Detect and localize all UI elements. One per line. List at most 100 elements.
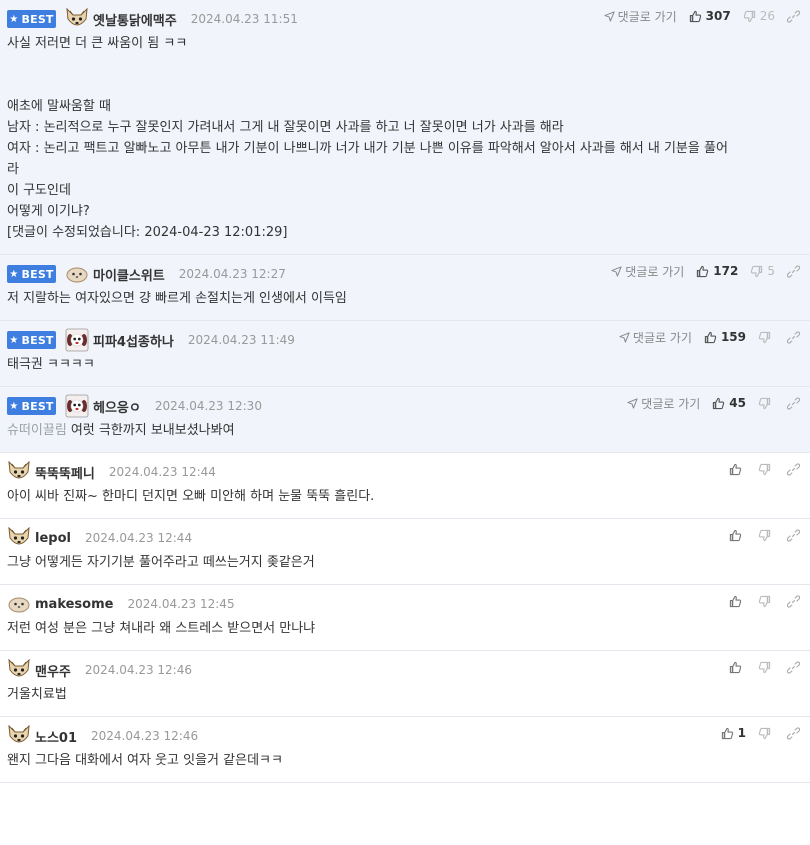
thumbs-up-icon bbox=[721, 727, 738, 740]
thumbs-down-icon bbox=[743, 10, 760, 23]
thumbs-up-icon bbox=[729, 463, 746, 476]
like-button[interactable]: 45 bbox=[712, 396, 746, 410]
comment-text: 남자 : 논리적으로 누구 잘못인지 가려내서 그게 내 잘못이면 사과를 하고… bbox=[7, 120, 564, 135]
nickname[interactable]: makesome bbox=[35, 597, 113, 612]
comment-line: 라 bbox=[7, 159, 804, 180]
nickname[interactable]: 피파4섭종하나 bbox=[93, 331, 174, 350]
like-button[interactable] bbox=[729, 463, 746, 476]
go-to-comment-label: 댓글로 가기 bbox=[617, 9, 677, 24]
blob-avatar-icon[interactable] bbox=[7, 593, 31, 615]
thumbs-down-icon bbox=[758, 661, 775, 674]
dislike-button[interactable]: 26 bbox=[743, 9, 775, 23]
fox-avatar-icon[interactable] bbox=[7, 461, 31, 483]
link-icon[interactable] bbox=[787, 9, 800, 23]
nickname[interactable]: 노스01 bbox=[35, 727, 77, 746]
star-icon: ★ bbox=[9, 268, 19, 280]
comment-line: 어떻게 이기냐? bbox=[7, 201, 804, 222]
go-to-comment-link[interactable]: 댓글로 가기 bbox=[604, 8, 677, 25]
dislike-button[interactable] bbox=[758, 397, 775, 410]
fox-avatar-icon[interactable] bbox=[65, 8, 89, 30]
nickname[interactable]: 뚝뚝뚝페니 bbox=[35, 463, 95, 482]
star-icon: ★ bbox=[9, 400, 19, 412]
nickname[interactable]: 헤으응ㅇ bbox=[93, 397, 141, 416]
dog-avatar-icon[interactable] bbox=[65, 328, 89, 352]
like-button[interactable] bbox=[729, 661, 746, 674]
dislike-button[interactable] bbox=[758, 463, 775, 476]
comment-date: 2024.04.23 12:44 bbox=[108, 465, 216, 479]
go-to-comment-link[interactable]: 댓글로 가기 bbox=[627, 395, 700, 412]
comment-body: 그냥 어떻게든 자기기분 풀어주라고 떼쓰는거지 좆같은거 bbox=[7, 549, 804, 584]
comment-line: 저런 여성 분은 그냥 쳐내라 왜 스트레스 받으면서 만나냐 bbox=[7, 618, 804, 639]
go-to-comment-link[interactable]: 댓글로 가기 bbox=[611, 263, 684, 280]
nickname[interactable]: 옛날통닭에맥주 bbox=[93, 10, 177, 29]
comment: 노스01 2024.04.23 12:46 1 왠지 그다음 대화에서 여자 웃고 잇… bbox=[0, 717, 810, 783]
link-icon[interactable] bbox=[787, 330, 800, 344]
comment-text: 라 bbox=[7, 162, 19, 177]
fox-avatar-icon[interactable] bbox=[7, 659, 31, 681]
comment-line: 아이 씨바 진짜~ 한마디 던지면 오빠 미안해 하며 눈물 뚝뚝 흘린다. bbox=[7, 486, 804, 507]
like-button[interactable]: 307 bbox=[689, 9, 731, 23]
link-icon[interactable] bbox=[787, 594, 800, 608]
nickname[interactable]: 마이클스위트 bbox=[93, 265, 165, 284]
comment-actions: 댓글로 가기 307 26 bbox=[604, 6, 800, 26]
comment-actions bbox=[729, 591, 800, 611]
comment-header: 뚝뚝뚝페니 2024.04.23 12:44 bbox=[7, 461, 804, 483]
comment-line bbox=[7, 54, 804, 75]
like-button[interactable] bbox=[729, 595, 746, 608]
go-to-comment-link[interactable]: 댓글로 가기 bbox=[619, 329, 692, 346]
best-badge-label: BEST bbox=[21, 267, 54, 281]
like-button[interactable] bbox=[729, 529, 746, 542]
dislike-button[interactable] bbox=[758, 727, 775, 740]
comment: 맨우주 2024.04.23 12:46 거울치료법 bbox=[0, 651, 810, 717]
link-icon[interactable] bbox=[787, 396, 800, 410]
like-button[interactable]: 172 bbox=[696, 264, 738, 278]
thumbs-down-icon bbox=[758, 331, 775, 344]
dislike-button[interactable]: 5 bbox=[750, 264, 775, 278]
link-icon[interactable] bbox=[787, 462, 800, 476]
comment-line: 애초에 말싸움할 때 bbox=[7, 96, 804, 117]
dislike-button[interactable] bbox=[758, 661, 775, 674]
send-icon bbox=[611, 265, 625, 277]
comment-text: 이 구도인데 bbox=[7, 183, 71, 198]
comment-text: 저런 여성 분은 그냥 쳐내라 왜 스트레스 받으면서 만나냐 bbox=[7, 621, 316, 636]
fox-avatar-icon[interactable] bbox=[7, 527, 31, 549]
comment-line: 남자 : 논리적으로 누구 잘못인지 가려내서 그게 내 잘못이면 사과를 하고… bbox=[7, 117, 804, 138]
comment-line bbox=[7, 75, 804, 96]
dislike-button[interactable] bbox=[758, 595, 775, 608]
comment-text: 여자 : 논리고 팩트고 알빠노고 아무튼 내가 기분이 나쁘니까 너가 내가 … bbox=[7, 141, 728, 156]
link-icon[interactable] bbox=[787, 528, 800, 542]
comment-text: 그냥 어떻게든 자기기분 풀어주라고 떼쓰는거지 좆같은거 bbox=[7, 555, 315, 570]
comment-text: 아이 씨바 진짜~ 한마디 던지면 오빠 미안해 하며 눈물 뚝뚝 흘린다. bbox=[7, 489, 375, 504]
best-badge-label: BEST bbox=[21, 12, 54, 26]
fox-avatar-icon[interactable] bbox=[7, 725, 31, 747]
dog-avatar-icon[interactable] bbox=[65, 394, 89, 418]
comment-body: 슈떠이끌림 여럿 극한까지 보내보셨나봐여 bbox=[7, 417, 804, 452]
best-comment: ★ BEST 옛날통닭에맥주 2024.04.23 11:51 댓글로 가기 307 26 사… bbox=[0, 0, 810, 255]
link-icon[interactable] bbox=[787, 660, 800, 674]
link-icon[interactable] bbox=[787, 264, 800, 278]
like-button[interactable]: 1 bbox=[721, 726, 746, 740]
like-count: 172 bbox=[713, 264, 739, 278]
comment-header: 맨우주 2024.04.23 12:46 bbox=[7, 659, 804, 681]
link-icon[interactable] bbox=[787, 726, 800, 740]
nickname[interactable]: 맨우주 bbox=[35, 661, 71, 680]
star-icon: ★ bbox=[9, 13, 19, 25]
send-icon bbox=[619, 331, 633, 343]
comment-date: 2024.04.23 12:46 bbox=[84, 663, 192, 677]
nickname[interactable]: lepol bbox=[35, 531, 71, 546]
comment-date: 2024.04.23 12:44 bbox=[84, 531, 193, 545]
comment-actions bbox=[729, 459, 800, 479]
comment-date: 2024.04.23 11:51 bbox=[190, 12, 298, 26]
comment-text: 거울치료법 bbox=[7, 687, 67, 702]
comment-line: 이 구도인데 bbox=[7, 180, 804, 201]
blob-avatar-icon[interactable] bbox=[65, 263, 89, 285]
dislike-button[interactable] bbox=[758, 331, 775, 344]
go-to-comment-label: 댓글로 가기 bbox=[632, 330, 692, 345]
thumbs-up-icon bbox=[704, 331, 721, 344]
like-count: 307 bbox=[705, 9, 731, 23]
dislike-button[interactable] bbox=[758, 529, 775, 542]
like-button[interactable]: 159 bbox=[704, 330, 746, 344]
comment-actions: 댓글로 가기 159 bbox=[619, 327, 800, 347]
send-icon bbox=[604, 10, 618, 22]
comment-header: lepol 2024.04.23 12:44 bbox=[7, 527, 804, 549]
